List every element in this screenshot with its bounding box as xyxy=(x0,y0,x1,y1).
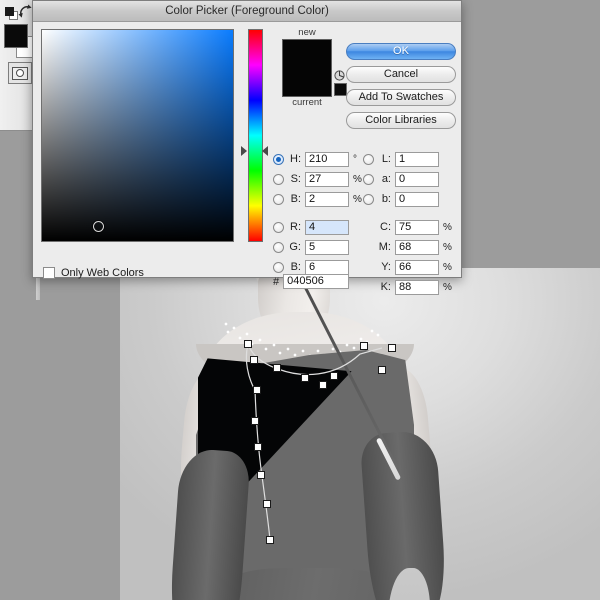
photo-image xyxy=(120,268,600,600)
brightness-row[interactable]: B: 2 % xyxy=(273,189,363,209)
lightness-input[interactable]: 1 xyxy=(395,151,439,167)
color-preview-group: new current xyxy=(276,27,347,109)
green-input[interactable]: 5 xyxy=(305,239,349,255)
swap-colors-icon[interactable] xyxy=(18,4,33,19)
left-glove xyxy=(167,447,251,600)
only-web-colors-label: Only Web Colors xyxy=(61,267,144,279)
lab-cmyk-fields: L: 1 a: 0 b: 0 C: 75 % M: 68 % Y: 66 % K… xyxy=(363,149,453,297)
hue-slider[interactable] xyxy=(241,29,268,242)
new-current-color-swatch[interactable] xyxy=(282,39,332,97)
hue-label: H: xyxy=(290,153,301,165)
lab-b-input[interactable]: 0 xyxy=(395,191,439,207)
yellow-label: Y: xyxy=(381,261,391,273)
hue-row[interactable]: H: 210 ° xyxy=(273,149,363,169)
blue-input[interactable]: 6 xyxy=(305,259,349,275)
brightness-radio[interactable] xyxy=(273,193,284,205)
lab-a-label: a: xyxy=(381,173,391,185)
saturation-input[interactable]: 27 xyxy=(305,171,349,187)
lab-a-input[interactable]: 0 xyxy=(395,171,439,187)
lab-a-row[interactable]: a: 0 xyxy=(363,169,453,189)
black-unit: % xyxy=(443,281,452,293)
saturation-label: S: xyxy=(290,173,301,185)
brightness-input[interactable]: 2 xyxy=(305,191,349,207)
brightness-unit: % xyxy=(353,193,362,205)
hex-input[interactable]: 040506 xyxy=(283,274,350,289)
hue-input[interactable]: 210 xyxy=(305,151,349,167)
lab-b-label: b: xyxy=(381,193,391,205)
saturation-unit: % xyxy=(353,173,362,185)
only-web-colors-checkbox[interactable]: Only Web Colors xyxy=(43,267,144,279)
green-row[interactable]: G: 5 xyxy=(273,237,363,257)
yellow-unit: % xyxy=(443,261,452,273)
dialog-title-bar[interactable]: Color Picker (Foreground Color) xyxy=(33,1,461,22)
lightness-row[interactable]: L: 1 xyxy=(363,149,453,169)
hue-spectrum-bar[interactable] xyxy=(248,29,263,242)
cyan-label: C: xyxy=(380,221,391,233)
hsb-rgb-fields: H: 210 ° S: 27 % B: 2 % R: 4 G: 5 B: 6 xyxy=(273,149,363,277)
green-label: G: xyxy=(289,241,301,253)
color-field-marker[interactable] xyxy=(93,221,104,232)
black-input[interactable]: 88 xyxy=(395,279,439,295)
cancel-button[interactable]: Cancel xyxy=(346,66,456,83)
lightness-radio[interactable] xyxy=(363,153,374,165)
brightness-label: B: xyxy=(290,193,301,205)
black-row[interactable]: K: 88 % xyxy=(363,277,453,297)
magenta-row[interactable]: M: 68 % xyxy=(363,237,453,257)
current-color-label: current xyxy=(292,97,322,108)
new-color-label: new xyxy=(298,27,316,38)
red-radio[interactable] xyxy=(273,221,284,233)
hex-prefix-label: # xyxy=(273,275,280,288)
dialog-buttons: OK Cancel Add To Swatches Color Librarie… xyxy=(346,43,456,135)
dialog-title: Color Picker (Foreground Color) xyxy=(165,5,329,17)
lightness-label: L: xyxy=(381,153,391,165)
foreground-color-swatch[interactable] xyxy=(4,24,28,48)
red-label: R: xyxy=(290,221,301,233)
default-colors-icon[interactable] xyxy=(5,7,18,20)
only-web-colors-box[interactable] xyxy=(43,267,55,279)
color-libraries-button[interactable]: Color Libraries xyxy=(346,112,456,129)
saturation-row[interactable]: S: 27 % xyxy=(273,169,363,189)
lab-b-radio[interactable] xyxy=(363,193,374,205)
hue-slider-left-marker-icon[interactable] xyxy=(241,146,247,156)
magenta-unit: % xyxy=(443,241,452,253)
cyan-input[interactable]: 75 xyxy=(395,219,439,235)
saturation-brightness-field[interactable] xyxy=(41,29,234,242)
out-of-gamut-warning-icon[interactable] xyxy=(334,70,345,81)
cyan-row[interactable]: C: 75 % xyxy=(363,217,453,237)
add-to-swatches-button[interactable]: Add To Swatches xyxy=(346,89,456,106)
hue-slider-right-marker-icon[interactable] xyxy=(262,146,268,156)
cyan-unit: % xyxy=(443,221,452,233)
hex-color-row[interactable]: # 040506 xyxy=(273,274,350,289)
color-picker-dialog[interactable]: Color Picker (Foreground Color) new curr… xyxy=(32,0,462,295)
hue-radio[interactable] xyxy=(273,153,284,165)
lab-b-row[interactable]: b: 0 xyxy=(363,189,453,209)
saturation-radio[interactable] xyxy=(273,173,284,185)
green-radio[interactable] xyxy=(273,241,284,253)
red-row[interactable]: R: 4 xyxy=(273,217,363,237)
ok-button[interactable]: OK xyxy=(346,43,456,60)
blue-label: B: xyxy=(290,261,301,273)
magenta-input[interactable]: 68 xyxy=(395,239,439,255)
magenta-label: M: xyxy=(378,241,391,253)
quick-mask-icon[interactable] xyxy=(8,62,32,84)
lab-a-radio[interactable] xyxy=(363,173,374,185)
black-label: K: xyxy=(380,281,391,293)
yellow-row[interactable]: Y: 66 % xyxy=(363,257,453,277)
hue-unit: ° xyxy=(353,153,357,165)
red-input[interactable]: 4 xyxy=(305,219,349,235)
yellow-input[interactable]: 66 xyxy=(395,259,439,275)
blue-radio[interactable] xyxy=(273,261,284,273)
